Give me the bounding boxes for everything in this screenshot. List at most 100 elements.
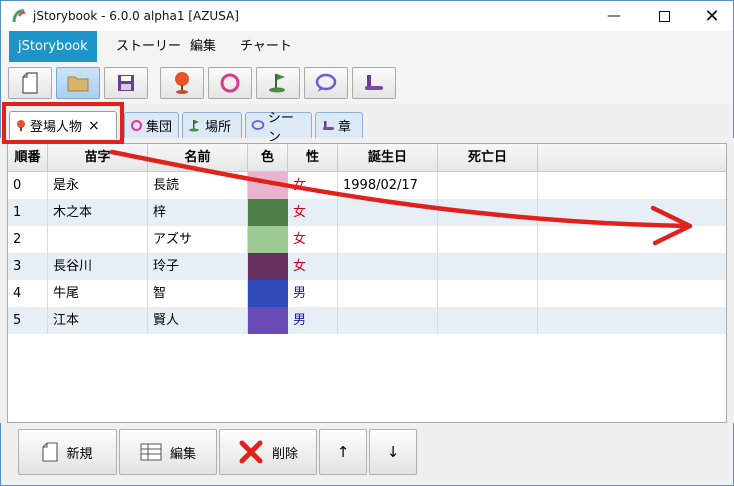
- cell-name: アズサ: [148, 226, 248, 253]
- save-disk-icon: [118, 75, 134, 91]
- table-row[interactable]: 3 長谷川 玲子 女: [8, 253, 726, 280]
- cell-name: 梓: [148, 199, 248, 226]
- color-swatch: [248, 226, 288, 253]
- cell-surname: [48, 226, 148, 253]
- color-swatch: [248, 199, 288, 226]
- cell-birthdate: [338, 226, 438, 253]
- close-window-button[interactable]: ✕: [689, 1, 734, 31]
- cell-name: 賢人: [148, 307, 248, 334]
- column-header-color[interactable]: 色: [248, 144, 288, 172]
- cell-birthdate: 1998/02/17: [338, 172, 438, 199]
- annotation-highlight-box: [2, 102, 124, 144]
- edit-button-label: 編集: [169, 446, 196, 462]
- cell-surname: 木之本: [48, 199, 148, 226]
- speech-bubble-icon: [315, 73, 337, 92]
- cell-birthdate: [338, 253, 438, 280]
- new-file-icon: [42, 442, 59, 462]
- app-logo-icon: [12, 9, 26, 23]
- column-header-order[interactable]: 順番: [8, 144, 48, 172]
- minimize-button[interactable]: —: [591, 1, 637, 31]
- cell-deathdate: [438, 226, 538, 253]
- close-icon: ✕: [704, 5, 720, 27]
- group-button[interactable]: [208, 67, 252, 99]
- column-header-name[interactable]: 名前: [148, 144, 248, 172]
- table-row[interactable]: 4 牛尾智 男: [8, 280, 726, 307]
- cell-deathdate: [438, 253, 538, 280]
- cell-birthdate: [338, 280, 438, 307]
- save-button[interactable]: [104, 67, 148, 99]
- cell-order: 4: [8, 280, 48, 307]
- cell-sex: 男: [288, 280, 338, 307]
- cell-sex: 女: [288, 226, 338, 253]
- move-up-button[interactable]: ↑: [319, 429, 367, 475]
- group-ring-icon: [220, 73, 240, 93]
- maximize-button[interactable]: [641, 1, 687, 31]
- menu-jstorybook[interactable]: jStorybook: [9, 31, 97, 62]
- tab-chapters-label: 章: [338, 120, 352, 135]
- move-down-button[interactable]: ↓: [369, 429, 417, 475]
- chapter-icon: [323, 121, 334, 130]
- table-row[interactable]: 5 江本 賢人 男: [8, 307, 726, 334]
- new-button[interactable]: 新規: [18, 429, 117, 475]
- tab-locations[interactable]: 場所: [182, 112, 242, 138]
- cell-deathdate: [438, 172, 538, 199]
- edit-button[interactable]: 編集: [119, 429, 217, 475]
- character-button[interactable]: [160, 67, 204, 99]
- cell-order: 0: [8, 172, 48, 199]
- column-header-surname[interactable]: 苗字: [48, 144, 148, 172]
- chapter-button[interactable]: [352, 67, 396, 99]
- person-pin-icon: [175, 72, 189, 94]
- cell-surname: 江本: [48, 307, 148, 334]
- table-row[interactable]: 2 アズサ 女: [8, 226, 726, 253]
- toolbar: [0, 62, 734, 104]
- column-header-sex[interactable]: 性: [288, 144, 338, 172]
- cell-sex: 女: [288, 172, 338, 199]
- open-folder-button[interactable]: [56, 67, 100, 99]
- flag-icon: [189, 120, 199, 132]
- cell-sex: 男: [288, 307, 338, 334]
- column-header-birthdate[interactable]: 誕生日: [338, 144, 438, 172]
- tab-chapters[interactable]: 章: [315, 112, 363, 138]
- color-swatch: [248, 253, 288, 280]
- window-title: jStorybook - 6.0.0 alpha1 [AZUSA]: [33, 9, 239, 23]
- menu-story[interactable]: ストーリー: [107, 31, 190, 62]
- delete-button[interactable]: 削除: [219, 429, 317, 475]
- tab-scenes[interactable]: シーン: [245, 111, 312, 145]
- cell-order: 2: [8, 226, 48, 253]
- cell-surname: 牛尾: [48, 280, 148, 307]
- delete-x-icon: [239, 440, 263, 464]
- cell-order: 3: [8, 253, 48, 280]
- new-file-icon: [22, 72, 38, 94]
- cell-order: 1: [8, 199, 48, 226]
- color-swatch: [248, 172, 288, 199]
- chapter-icon: [365, 75, 383, 90]
- cell-surname: 長谷川: [48, 253, 148, 280]
- scene-button[interactable]: [304, 67, 348, 99]
- column-header-deathdate[interactable]: 死亡日: [438, 144, 538, 172]
- table-row[interactable]: 0 是永 長読 女 1998/02/17: [8, 172, 726, 199]
- menu-edit[interactable]: 編集: [181, 31, 225, 62]
- tab-scenes-label: シーン: [267, 110, 294, 145]
- table-row[interactable]: 1 木之本梓 女: [8, 199, 726, 226]
- cell-birthdate: [338, 199, 438, 226]
- delete-button-label: 削除: [271, 446, 298, 462]
- cell-order: 5: [8, 307, 48, 334]
- table-edit-icon: [140, 443, 162, 461]
- color-swatch: [248, 280, 288, 307]
- menu-chart[interactable]: チャート: [231, 31, 301, 62]
- flag-icon: [269, 74, 285, 93]
- table-header: 順番 苗字 名前 色 性 誕生日 死亡日: [8, 144, 726, 172]
- cell-name: 長読: [148, 172, 248, 199]
- location-button[interactable]: [256, 67, 300, 99]
- cell-surname: 是永: [48, 172, 148, 199]
- tab-locations-label: 場所: [205, 120, 232, 135]
- tab-groups[interactable]: 集団: [124, 112, 179, 138]
- new-button-label: 新規: [66, 446, 93, 462]
- character-table: 順番 苗字 名前 色 性 誕生日 死亡日 0 是永 長読女 1998/02/17 1 木之…: [7, 143, 727, 423]
- cell-birthdate: [338, 307, 438, 334]
- group-ring-icon: [131, 120, 142, 131]
- cell-name: 智: [148, 280, 248, 307]
- speech-bubble-icon: [251, 120, 265, 130]
- arrow-up-icon: ↑: [336, 443, 350, 461]
- new-file-button[interactable]: [8, 67, 52, 99]
